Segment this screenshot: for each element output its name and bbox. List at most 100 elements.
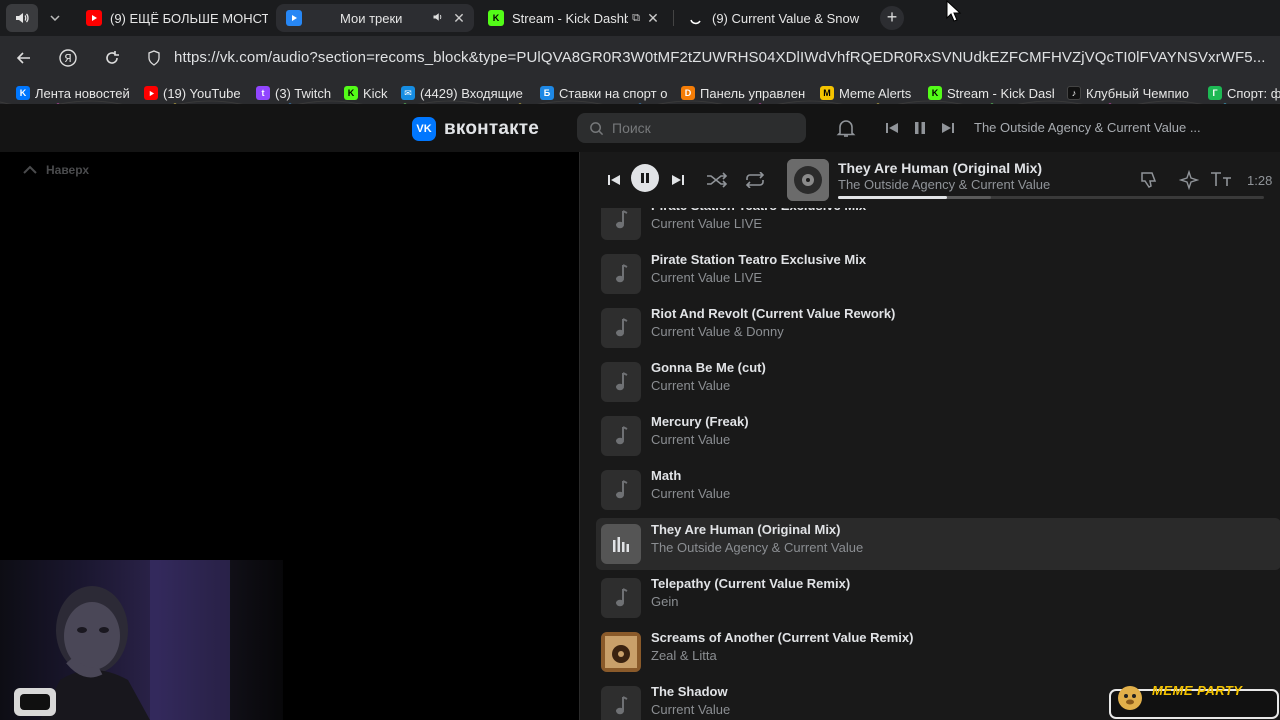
repeat-button[interactable]: [743, 168, 767, 192]
thumbs-down-icon: [1141, 172, 1157, 188]
vk-logo[interactable]: VK вконтакте: [412, 117, 539, 141]
text-size-icon: [1211, 172, 1231, 186]
music-note-icon: [616, 372, 628, 391]
tab-kick-dashboard[interactable]: K Stream - Kick Dashbo ⧉ ✕: [478, 4, 668, 32]
notifications-button[interactable]: [834, 116, 858, 140]
track-title[interactable]: Math: [651, 468, 681, 483]
lyrics-button[interactable]: [1209, 167, 1233, 191]
track-row[interactable]: They Are Human (Original Mix) The Outside…: [596, 518, 1280, 570]
dislike-button[interactable]: [1137, 168, 1161, 192]
close-icon[interactable]: ✕: [644, 10, 662, 27]
music-note-icon: [616, 426, 628, 445]
track-cover[interactable]: [601, 308, 641, 348]
meme-party-widget: MEME PARTY: [1108, 683, 1280, 720]
track-row[interactable]: Mercury (Freak) Current Value: [596, 410, 1280, 462]
track-cover[interactable]: [601, 416, 641, 456]
header-prev-button[interactable]: [882, 118, 902, 138]
picture-in-picture-icon[interactable]: ⧉: [632, 12, 640, 25]
header-next-button[interactable]: [938, 118, 958, 138]
reload-button[interactable]: [100, 46, 124, 70]
music-note-icon: [616, 318, 628, 337]
chevron-up-icon: [23, 165, 37, 174]
previous-button[interactable]: [602, 168, 626, 192]
track-title[interactable]: Riot And Revolt (Current Value Rework): [651, 306, 895, 321]
tab-audio-icon[interactable]: [432, 11, 444, 26]
tab-my-tracks[interactable]: Мои треки ✕: [276, 4, 474, 32]
kick-icon: K: [488, 10, 504, 26]
skip-previous-icon: [886, 123, 898, 133]
track-row[interactable]: Riot And Revolt (Current Value Rework) Cu…: [596, 302, 1280, 354]
recommendations-button[interactable]: [1177, 168, 1201, 192]
track-title[interactable]: Screams of Another (Current Value Remix): [651, 630, 913, 645]
skip-next-icon: [672, 175, 684, 185]
skip-next-icon: [942, 123, 954, 133]
tab-current-value[interactable]: (9) Current Value & Snow: [678, 4, 868, 32]
track-cover[interactable]: [601, 470, 641, 510]
loading-icon: [688, 10, 704, 26]
music-note-icon: [616, 480, 628, 499]
now-playing-cover[interactable]: [787, 159, 829, 201]
album-cover-image: [787, 159, 829, 201]
track-row[interactable]: Gonna Be Me (cut) Current Value: [596, 356, 1280, 408]
header-pause-button[interactable]: [910, 118, 930, 138]
close-icon[interactable]: ✕: [450, 10, 468, 27]
track-row[interactable]: Pirate Station Teatro Exclusive Mix Curre…: [596, 208, 1280, 246]
music-note-icon: [616, 588, 628, 607]
site-info-button[interactable]: [142, 46, 166, 70]
now-playing-artist[interactable]: The Outside Agency & Current Value: [838, 177, 1050, 192]
track-cover[interactable]: [601, 686, 641, 720]
progress-fill: [838, 196, 947, 199]
header-now-playing[interactable]: The Outside Agency & Current Value ...: [974, 120, 1201, 135]
track-title[interactable]: Pirate Station Teatro Exclusive Mix: [651, 252, 866, 267]
search-input[interactable]: Поиск: [577, 113, 806, 143]
tab-title: (9) ЕЩЁ БОЛЬШЕ МОНСТ: [110, 10, 268, 26]
track-artist[interactable]: Gein: [651, 594, 678, 609]
track-cover[interactable]: [601, 208, 641, 240]
track-cover[interactable]: [601, 362, 641, 402]
track-artist[interactable]: Current Value: [651, 486, 730, 501]
track-artist[interactable]: Current Value: [651, 378, 730, 393]
track-artist[interactable]: Zeal & Litta: [651, 648, 717, 663]
tab-title: (9) Current Value & Snow: [712, 10, 860, 26]
track-title[interactable]: Pirate Station Teatro Exclusive Mix: [651, 208, 866, 213]
progress-bar[interactable]: [838, 196, 1264, 199]
track-artist[interactable]: Current Value LIVE: [651, 216, 762, 231]
track-row[interactable]: Telepathy (Current Value Remix) Gein: [596, 572, 1280, 624]
track-row[interactable]: Pirate Station Teatro Exclusive Mix Curre…: [596, 248, 1280, 300]
shield-icon: [148, 50, 160, 66]
music-note-icon: [616, 264, 628, 283]
tab-youtube[interactable]: (9) ЕЩЁ БОЛЬШЕ МОНСТ: [76, 4, 268, 32]
track-artist[interactable]: The Outside Agency & Current Value: [651, 540, 863, 555]
track-title[interactable]: Telepathy (Current Value Remix): [651, 576, 850, 591]
track-artist[interactable]: Current Value: [651, 702, 730, 717]
track-cover[interactable]: [601, 254, 641, 294]
new-tab-button[interactable]: +: [880, 6, 904, 30]
now-playing-indicator[interactable]: [601, 524, 641, 564]
tab-audio-toggle[interactable]: [6, 4, 38, 32]
track-row[interactable]: Screams of Another (Current Value Remix)…: [596, 626, 1280, 678]
track-artist[interactable]: Current Value & Donny: [651, 324, 784, 339]
track-title[interactable]: They Are Human (Original Mix): [651, 522, 841, 537]
scroll-to-top-button[interactable]: Наверх: [22, 163, 89, 177]
track-row[interactable]: Math Current Value: [596, 464, 1280, 516]
play-pause-button[interactable]: [631, 164, 659, 192]
track-title[interactable]: Mercury (Freak): [651, 414, 749, 429]
chevron-down-icon: [50, 15, 60, 21]
pause-icon: [641, 173, 649, 183]
track-cover[interactable]: [601, 578, 641, 618]
shuffle-button[interactable]: [705, 168, 729, 192]
track-title[interactable]: The Shadow: [651, 684, 728, 699]
yandex-button[interactable]: Я: [56, 46, 80, 70]
back-button[interactable]: [12, 46, 36, 70]
tab-list-button[interactable]: [44, 6, 66, 30]
track-title[interactable]: Gonna Be Me (cut): [651, 360, 766, 375]
repeat-icon: [745, 172, 765, 188]
track-cover[interactable]: [601, 632, 641, 672]
meme-party-label: MEME PARTY: [1152, 683, 1243, 698]
next-button[interactable]: [666, 168, 690, 192]
track-artist[interactable]: Current Value LIVE: [651, 270, 762, 285]
url-field[interactable]: https://vk.com/audio?section=recoms_bloc…: [174, 49, 1266, 66]
search-placeholder: Поиск: [612, 120, 651, 136]
now-playing-title[interactable]: They Are Human (Original Mix): [838, 160, 1042, 176]
track-artist[interactable]: Current Value: [651, 432, 730, 447]
